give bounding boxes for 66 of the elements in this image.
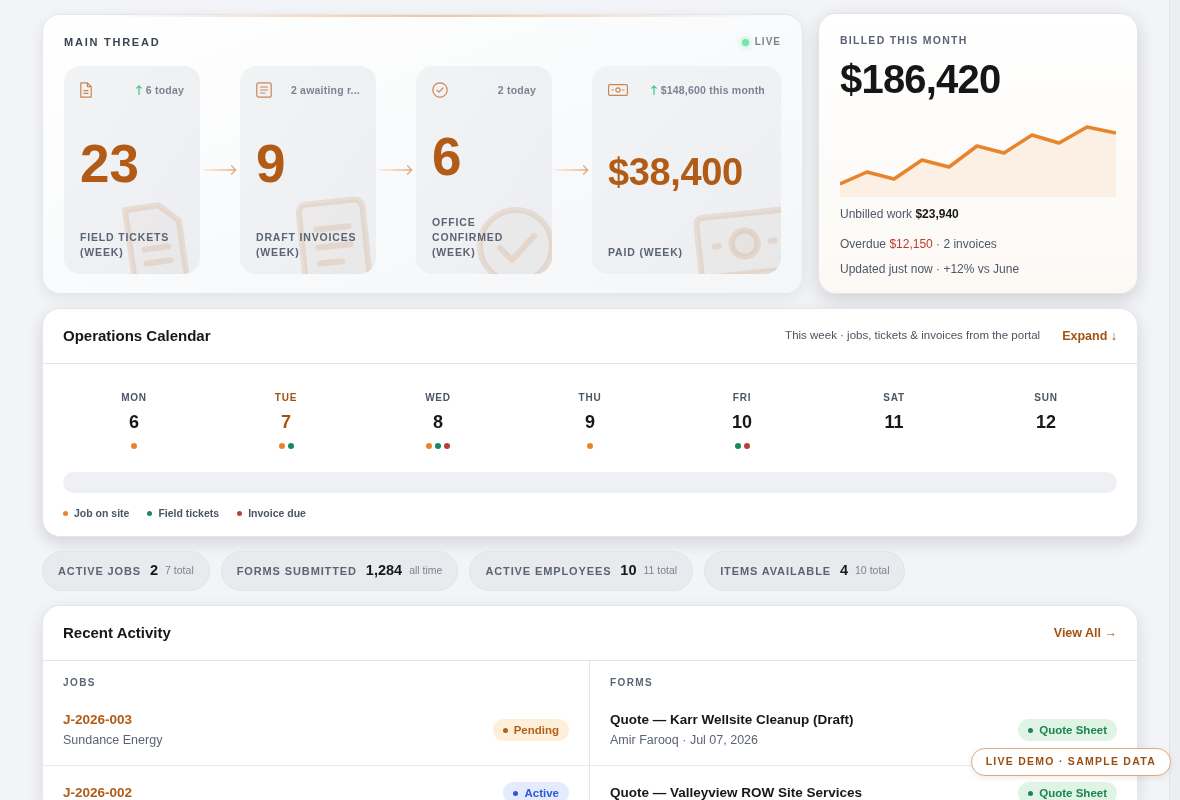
flow-arrow-icon xyxy=(203,165,237,175)
calendar-day[interactable]: SUN 12 xyxy=(970,392,1122,449)
badge-label: Active xyxy=(524,786,559,800)
job-id-link[interactable]: J-2026-003 xyxy=(63,711,163,729)
unbilled-work-text: Unbilled work $23,940 xyxy=(840,206,960,222)
job-id-link[interactable]: J-2026-002 xyxy=(63,784,133,800)
stat-note: 11 total xyxy=(643,563,678,579)
stat-label: ACTIVE JOBS xyxy=(58,563,142,579)
expand-link[interactable]: Expand ↓ xyxy=(1062,326,1117,346)
stage-label: PAID (WEEK) xyxy=(608,245,684,260)
column-heading: FORMS xyxy=(609,676,655,690)
calendar-subtitle: This week · jobs, tickets & invoices from the portal xyxy=(785,328,1041,344)
stat-value: 2 xyxy=(150,561,159,581)
card-title: Operations Calendar xyxy=(63,325,211,346)
stat-value: 1,284 xyxy=(365,561,403,581)
demo-badge: LIVE DEMO · SAMPLE DATA xyxy=(970,748,1171,776)
stage-label: FIELD TICKETS (WEEK) xyxy=(80,230,171,260)
form-title: Quote — Valleyview ROW Site Services xyxy=(610,784,863,800)
check-circle-icon xyxy=(432,82,448,98)
stat-note: 10 total xyxy=(855,563,890,579)
stage-value: 6 xyxy=(432,128,462,185)
stage-value: $38,400 xyxy=(608,149,743,194)
badge-label: Pending xyxy=(513,723,559,737)
legend-label: Field tickets xyxy=(158,507,220,519)
form-meta: Amir Farooq · Jul 07, 2026 xyxy=(610,732,759,749)
badge-label: Quote Sheet xyxy=(1039,786,1107,800)
calendar-day[interactable]: TUE 7 xyxy=(210,392,362,449)
overdue-text: Overdue $12,150 · 2 invoices xyxy=(840,236,998,252)
stat-note: all time xyxy=(409,563,443,579)
form-title: Quote — Karr Wellsite Cleanup (Draft) xyxy=(610,711,854,729)
stat-value: 10 xyxy=(620,561,637,581)
live-label: LIVE xyxy=(754,36,781,48)
badge-label: Quote Sheet xyxy=(1039,723,1107,737)
stat-note: 7 total xyxy=(165,563,194,579)
stage-hint: 6 today xyxy=(145,83,184,97)
view-all-link[interactable]: View All → xyxy=(1053,623,1117,643)
stage-value: 23 xyxy=(80,136,139,192)
stat-label: FORMS SUBMITTED xyxy=(236,563,357,579)
client-name: Sundance Energy xyxy=(63,732,163,749)
stage-label: OFFICE CONFIRMED (WEEK) xyxy=(432,215,505,260)
banknote-icon xyxy=(608,84,628,96)
stage-label: DRAFT INVOICES (WEEK) xyxy=(256,230,358,260)
document-icon xyxy=(80,82,92,98)
calendar-day[interactable]: MON 6 xyxy=(58,392,210,449)
flow-arrow-icon xyxy=(379,165,413,175)
stage-hint: 2 today xyxy=(497,83,536,97)
stat-label: ITEMS AVAILABLE xyxy=(720,563,831,579)
stage-value: 9 xyxy=(256,136,286,192)
section-title: MAIN THREAD xyxy=(64,35,161,49)
stage-hint: $148,600 this month xyxy=(660,83,765,97)
card-label: BILLED THIS MONTH xyxy=(840,34,969,46)
stat-value: 4 xyxy=(839,561,849,581)
card-title: Recent Activity xyxy=(63,622,171,643)
calendar-day[interactable]: WED 8 xyxy=(362,392,514,449)
stat-label: ACTIVE EMPLOYEES xyxy=(485,563,612,579)
calendar-day[interactable]: SAT 11 xyxy=(818,392,970,449)
flow-arrow-icon xyxy=(555,165,589,175)
updated-text: Updated just now · +12% vs June xyxy=(840,261,1021,277)
notepad-icon xyxy=(256,82,272,98)
legend-label: Invoice due xyxy=(248,507,306,519)
calendar-day[interactable]: FRI 10 xyxy=(666,392,818,449)
stage-hint: 2 awaiting r... xyxy=(290,83,360,97)
calendar-day[interactable]: THU 9 xyxy=(514,392,666,449)
column-heading: JOBS xyxy=(62,676,97,690)
legend-label: Job on site xyxy=(74,507,130,519)
billed-amount: $186,420 xyxy=(840,57,1002,101)
